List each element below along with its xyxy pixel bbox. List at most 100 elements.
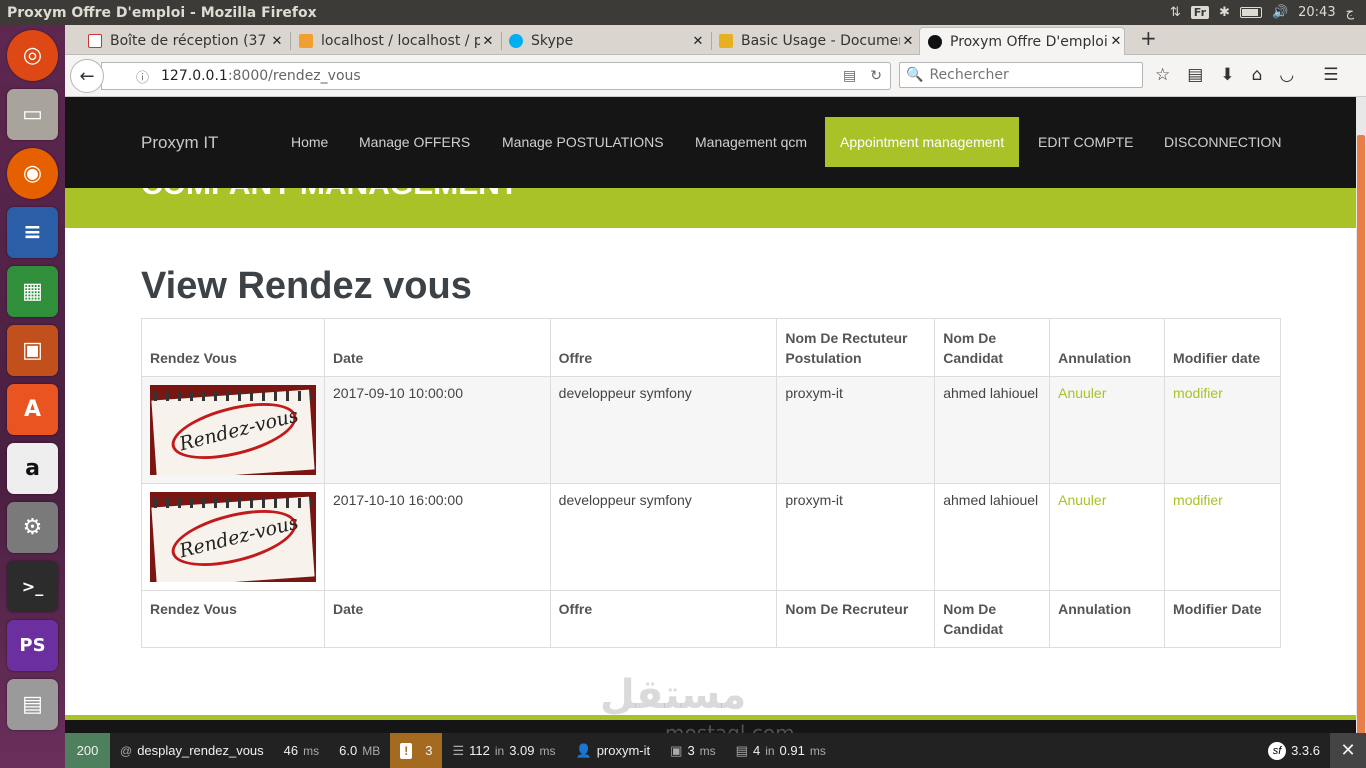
table-row: Rendez-vous 2017-09-10 10:00:00 developp… (141, 376, 1281, 484)
symfony-icon (928, 34, 942, 49)
route-name[interactable]: @ desplay_rendez_vous (110, 733, 274, 768)
tab-gmail[interactable]: Boîte de réception (37 ✕ (80, 27, 285, 55)
tab-label: Basic Usage - Documen (741, 33, 900, 49)
rendez-vous-table: Rendez Vous Date Offre Nom De Rectuteur … (141, 318, 1281, 648)
locale-indicator[interactable]: ج (1346, 5, 1354, 20)
nav-management-qcm[interactable]: Management qcm (680, 117, 822, 167)
phpstorm-icon[interactable]: PS (7, 620, 58, 671)
settings-icon[interactable]: ⚙ (7, 502, 58, 553)
col-header: Nom De Candidat (934, 318, 1051, 377)
col-header: Modifier date (1164, 318, 1281, 377)
close-tab-icon[interactable]: ✕ (480, 34, 496, 49)
col-footer: Date (324, 590, 551, 648)
back-button[interactable]: ← (70, 59, 104, 93)
cache-panel[interactable]: ▤ 4 in 0.91 ms (726, 733, 836, 768)
cell-date: 2017-09-10 10:00:00 (324, 376, 551, 484)
close-tab-icon[interactable]: ✕ (1108, 34, 1124, 49)
ubuntu-dash-icon[interactable]: ◎ (7, 30, 58, 81)
back-arrow-icon: ← (79, 65, 95, 87)
col-footer: Nom De Recruteur (776, 590, 936, 648)
amazon-icon[interactable]: a (7, 443, 58, 494)
impress-icon[interactable]: ▣ (7, 325, 58, 376)
cell-annulation: Anuuler (1049, 483, 1166, 591)
table-footer-row: Rendez Vous Date Offre Nom De Recruteur … (141, 590, 1281, 648)
menu-icon[interactable]: ☰ (1323, 65, 1338, 85)
col-header: Rendez Vous (141, 318, 325, 377)
software-center-icon[interactable]: A (7, 384, 58, 435)
close-tab-icon[interactable]: ✕ (269, 34, 285, 49)
close-toolbar-icon[interactable]: ✕ (1330, 733, 1366, 768)
writer-icon[interactable]: ≡ (7, 207, 58, 258)
user-panel[interactable]: 👤 proxym-it (566, 733, 661, 768)
tab-skype[interactable]: Skype ✕ (501, 27, 706, 55)
symfony-profiler-toolbar: 200 @ desplay_rendez_vous 46 ms 6.0 MB ! 3 ☰… (65, 733, 1366, 768)
bluetooth-icon[interactable]: ✱ (1219, 5, 1230, 20)
page-banner: COMPANY MANAGEMENT (65, 188, 1356, 228)
url-bar[interactable]: ⓘ 127.0.0.1:8000/rendez_vous ▤ ↻ (101, 62, 891, 90)
cell-recruteur: proxym-it (776, 483, 936, 591)
nav-edit-compte[interactable]: EDIT COMPTE (1023, 117, 1148, 167)
memory-usage[interactable]: 6.0 MB (329, 733, 390, 768)
calc-icon[interactable]: ▦ (7, 266, 58, 317)
drive-icon[interactable]: ▤ (7, 679, 58, 730)
reload-icon[interactable]: ↻ (870, 68, 882, 84)
terminal-icon[interactable]: >_ (7, 561, 58, 612)
scrollbar-thumb[interactable] (1357, 135, 1365, 735)
keyboard-layout[interactable]: Fr (1190, 6, 1210, 19)
forms-panel[interactable]: ▣ 3 ms (660, 733, 726, 768)
search-box[interactable]: 🔍 (899, 62, 1143, 88)
database-queries[interactable]: ☰ 112 in 3.09 ms (442, 733, 565, 768)
home-icon[interactable]: ⌂ (1252, 65, 1263, 85)
nav-disconnection[interactable]: DISCONNECTION (1149, 117, 1296, 167)
cell-annulation: Anuuler (1049, 376, 1166, 484)
tab-label: Skype (531, 33, 574, 49)
tab-label: Proxym Offre D'emploi (950, 33, 1108, 50)
request-time[interactable]: 46 ms (274, 733, 329, 768)
symfony-logo-icon: sf (1268, 741, 1287, 760)
page-scrollbar[interactable] (1356, 97, 1366, 768)
cell-image: Rendez-vous (141, 376, 325, 484)
tab-phpmyadmin[interactable]: localhost / localhost / p ✕ (291, 27, 496, 55)
bookmarks-list-icon[interactable]: ▤ (1187, 65, 1203, 85)
network-icon[interactable]: ⇅ (1170, 5, 1181, 20)
cell-date: 2017-10-10 16:00:00 (324, 483, 551, 591)
errors-panel[interactable]: ! 3 (390, 733, 443, 768)
close-tab-icon[interactable]: ✕ (690, 34, 706, 49)
col-footer: Rendez Vous (141, 590, 325, 648)
bookmark-star-icon[interactable]: ☆ (1155, 65, 1170, 85)
status-code[interactable]: 200 (65, 733, 110, 768)
cancel-link[interactable]: Anuuler (1058, 385, 1106, 401)
tab-proxym[interactable]: Proxym Offre D'emploi ✕ (919, 27, 1125, 55)
files-icon[interactable]: ▭ (7, 89, 58, 140)
cell-modifier: modifier (1164, 483, 1281, 591)
symfony-version[interactable]: sf 3.3.6 (1258, 733, 1330, 768)
col-footer: Nom De Candidat (934, 590, 1051, 648)
nav-manage-postulations[interactable]: Manage POSTULATIONS (487, 117, 679, 167)
nav-appointment-management[interactable]: Appointment management (825, 117, 1020, 167)
table-header-row: Rendez Vous Date Offre Nom De Rectuteur … (141, 318, 1281, 377)
clock[interactable]: 20:43 (1298, 5, 1335, 20)
info-icon[interactable]: ⓘ (136, 67, 149, 86)
downloads-icon[interactable]: ⬇ (1220, 65, 1234, 85)
close-tab-icon[interactable]: ✕ (900, 34, 916, 49)
tab-basic-usage[interactable]: Basic Usage - Documen ✕ (711, 27, 916, 55)
modify-link[interactable]: modifier (1173, 385, 1223, 401)
battery-icon[interactable] (1239, 7, 1262, 18)
search-input[interactable] (929, 67, 1130, 83)
rendez-vous-image: Rendez-vous (150, 492, 316, 582)
pocket-icon[interactable]: ◡ (1279, 65, 1294, 85)
cell-candidat: ahmed lahiouel (934, 483, 1051, 591)
cancel-link[interactable]: Anuuler (1058, 492, 1106, 508)
tab-label: localhost / localhost / p (321, 33, 480, 49)
nav-home[interactable]: Home (276, 117, 343, 167)
reader-view-icon[interactable]: ▤ (843, 68, 856, 84)
col-header: Offre (549, 318, 778, 377)
table-row: Rendez-vous 2017-10-10 16:00:00 developp… (141, 483, 1281, 591)
site-brand[interactable]: Proxym IT (141, 133, 218, 153)
new-tab-icon[interactable]: + (1140, 26, 1157, 50)
nav-manage-offers[interactable]: Manage OFFERS (344, 117, 485, 167)
modify-link[interactable]: modifier (1173, 492, 1223, 508)
firefox-icon[interactable]: ◉ (7, 148, 58, 199)
col-footer: Annulation (1049, 590, 1166, 648)
volume-icon[interactable]: 🔊 (1272, 5, 1288, 20)
